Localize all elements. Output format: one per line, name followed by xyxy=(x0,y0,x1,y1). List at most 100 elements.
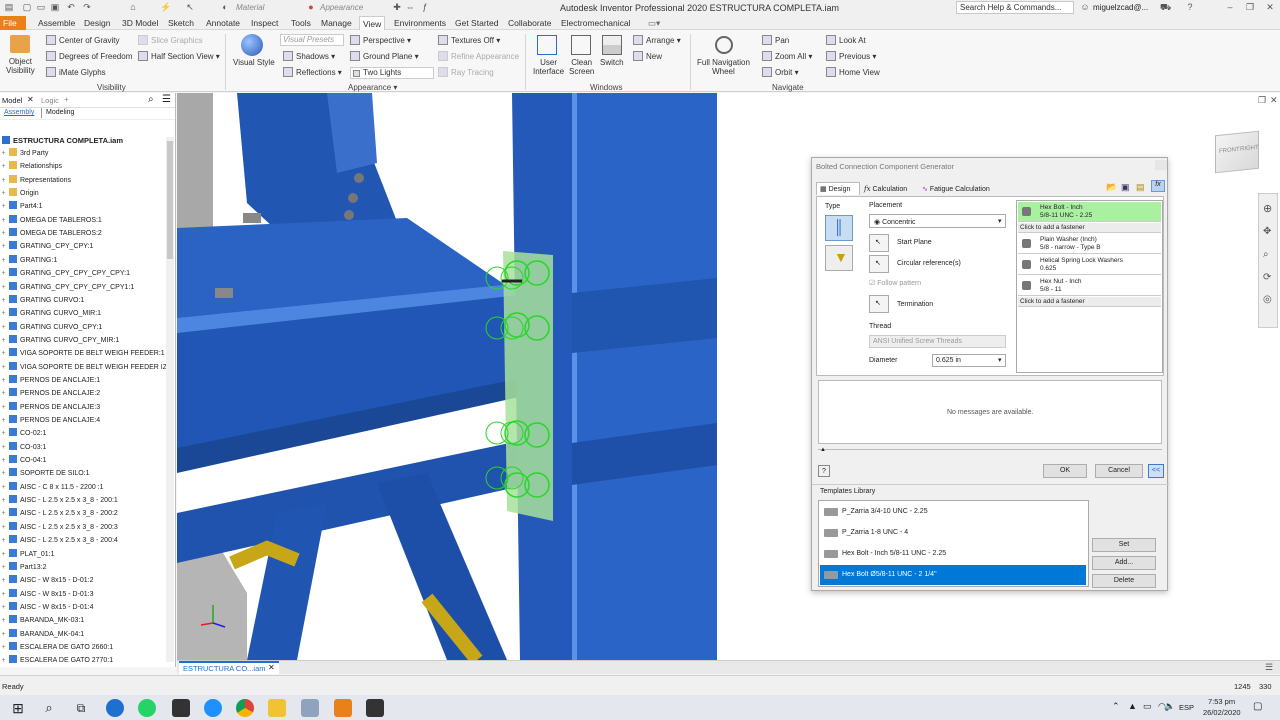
add-fastener-row[interactable]: Click to add a fastener xyxy=(1018,297,1161,307)
tree-item[interactable]: + CO-03:1 xyxy=(0,441,46,454)
browser-scrollbar[interactable] xyxy=(166,137,174,662)
tree-item[interactable]: + AISC - W 8x15 - D-01:4 xyxy=(0,601,94,614)
center-of-gravity-button[interactable]: Center of Gravity xyxy=(46,35,119,45)
tree-item[interactable]: + Representations xyxy=(0,174,71,187)
splitter[interactable]: ▲ xyxy=(818,447,1162,455)
user-name[interactable]: miguelzcad@... xyxy=(1093,3,1148,12)
tree-item[interactable]: + SOPORTE DE SILO:1 xyxy=(0,467,90,480)
tree-item[interactable]: + BARANDA_MK-03:1 xyxy=(0,614,84,627)
expand-icon[interactable]: + xyxy=(0,654,7,667)
viewcube-front[interactable]: FRONT xyxy=(1219,147,1240,155)
template-item[interactable]: Hex Bolt Ø5/8-11 UNC - 2 1/4" xyxy=(820,565,1086,585)
app-icon[interactable] xyxy=(366,699,384,717)
template-item[interactable]: Hex Bolt - Inch 5/8-11 UNC - 2.25 xyxy=(820,544,1086,564)
expand-icon[interactable]: + xyxy=(0,147,7,160)
home-icon[interactable]: ⌂ xyxy=(128,2,138,12)
subtab-modeling[interactable]: Modeling xyxy=(46,109,74,116)
task-view-icon[interactable]: ⧉ xyxy=(72,699,90,717)
open-icon[interactable]: ▭ xyxy=(36,2,46,12)
tree-item[interactable]: + GRATING_CPY_CPY_CPY_CPY:1 xyxy=(0,267,130,280)
tab-electromechanical[interactable]: Electromechanical xyxy=(558,16,633,30)
inventor-icon[interactable] xyxy=(334,699,352,717)
search-input[interactable]: Search Help & Commands... xyxy=(956,1,1074,14)
plus-icon[interactable]: ✚ xyxy=(392,2,402,12)
tree-item[interactable]: + VIGA SOPORTE DE BELT WEIGH FEEDER:1 xyxy=(0,347,165,360)
viewcube[interactable]: FRONT RIGHT xyxy=(1215,130,1259,174)
fastener-row[interactable]: Hex Nut - Inch 5/8 - 11 xyxy=(1018,276,1161,296)
type-through-button[interactable]: ║ xyxy=(825,215,853,241)
tree-item[interactable]: + AISC - C 8 x 11.5 - 2200 :1 xyxy=(0,481,104,494)
expand-icon[interactable]: + xyxy=(0,548,7,561)
set-button[interactable]: Set xyxy=(1092,538,1156,552)
template-item[interactable]: P_Zarria 1-8 UNC - 4 xyxy=(820,523,1086,543)
close-document-icon[interactable]: ✕ xyxy=(268,663,275,672)
slice-graphics-button[interactable]: Slice Graphics xyxy=(138,35,203,45)
visual-presets-select[interactable]: Visual Presets xyxy=(280,34,344,46)
fx-icon[interactable]: ƒ xyxy=(420,2,430,12)
collapse-icon[interactable]: ▲ xyxy=(820,447,826,453)
material-dropdown[interactable]: Material xyxy=(236,3,264,12)
pan-icon[interactable]: ✥ xyxy=(1263,226,1271,237)
expand-icon[interactable]: + xyxy=(0,227,7,240)
expand-icon[interactable]: + xyxy=(0,481,7,494)
expand-icon[interactable]: + xyxy=(0,187,7,200)
switch-icon[interactable] xyxy=(602,35,622,55)
tree-item[interactable]: + OMEGA DE TABLEROS:1 xyxy=(0,214,102,227)
tab-get-started[interactable]: Get Started xyxy=(452,16,501,30)
expand-icon[interactable]: + xyxy=(0,588,7,601)
help-icon[interactable]: ? xyxy=(818,465,830,477)
new-icon[interactable]: ▢ xyxy=(22,2,32,12)
orbit-button[interactable]: Orbit ▾ xyxy=(762,67,799,77)
expand-icon[interactable]: + xyxy=(0,160,7,173)
fastener-row[interactable]: Helical Spring Lock Washers 0.625 xyxy=(1018,255,1161,275)
subtab-assembly[interactable]: Assembly xyxy=(4,109,34,116)
ray-tracing-button[interactable]: Ray Tracing xyxy=(438,67,494,77)
tree-item[interactable]: + PERNOS DE ANCLAJE:1 xyxy=(0,374,100,387)
minimize-icon[interactable]: – xyxy=(1225,2,1235,12)
tray-app-icon[interactable]: ▲ xyxy=(1128,701,1137,711)
delete-template-button[interactable]: Delete xyxy=(1092,574,1156,588)
ie-icon[interactable] xyxy=(204,699,222,717)
tab-menu-icon[interactable]: ☰ xyxy=(1265,662,1273,673)
expand-icon[interactable]: + xyxy=(0,494,7,507)
arrange-button[interactable]: Arrange ▾ xyxy=(633,35,681,45)
scrollbar-thumb[interactable] xyxy=(167,141,173,259)
type-blind-button[interactable]: ▼ xyxy=(825,245,853,271)
tab-model[interactable]: Model xyxy=(2,96,22,105)
tree-item[interactable]: + GRATING_CPY_CPY:1 xyxy=(0,240,93,253)
look-at-button[interactable]: Look At xyxy=(826,35,866,45)
add-tab-icon[interactable]: + xyxy=(64,95,69,104)
thread-select[interactable]: ANSI Unified Screw Threads xyxy=(869,335,1006,348)
expand-icon[interactable]: + xyxy=(0,454,7,467)
tab-design-dialog[interactable]: ▦ Design xyxy=(816,182,860,195)
perspective-button[interactable]: Perspective ▾ xyxy=(350,35,411,45)
placement-select[interactable]: ◉ Concentric ▾ xyxy=(869,214,1006,228)
expand-icon[interactable]: + xyxy=(0,267,7,280)
tab-calculation[interactable]: fx Calculation xyxy=(864,185,907,193)
expand-icon[interactable]: + xyxy=(0,281,7,294)
tab-logic[interactable]: Logic xyxy=(41,96,59,105)
clean-screen-icon[interactable] xyxy=(571,35,591,55)
calculator-icon[interactable] xyxy=(172,699,190,717)
save-file-icon[interactable]: ▣ xyxy=(1121,182,1130,193)
restore-icon[interactable]: ❐ xyxy=(1245,2,1255,12)
tree-item[interactable]: + Relationships xyxy=(0,160,62,173)
clean-screen-button[interactable]: Clean Screen xyxy=(569,58,594,76)
cart-icon[interactable]: ⛟ xyxy=(1160,2,1171,12)
tree-item[interactable]: + ESCALERA DE GATO 2660:1 xyxy=(0,641,113,654)
termination-button[interactable]: ↖ xyxy=(869,295,889,313)
close-model-tab-icon[interactable]: ✕ xyxy=(27,95,34,104)
expand-icon[interactable]: + xyxy=(0,614,7,627)
tree-root[interactable]: ESTRUCTURA COMPLETA.iam xyxy=(0,134,123,147)
full-navigation-wheel-button[interactable]: Full Navigation Wheel xyxy=(697,58,750,76)
tree-item[interactable]: + AISC - L 2.5 x 2.5 x 3_8 - 200:1 xyxy=(0,494,118,507)
ribbon-options-icon[interactable]: ▭▾ xyxy=(645,16,663,30)
document-tab[interactable]: ESTRUCTURA CO...iam ✕ xyxy=(179,661,279,674)
save-icon[interactable]: ▣ xyxy=(50,2,60,12)
add-template-button[interactable]: Add... xyxy=(1092,556,1156,570)
expand-icon[interactable]: + xyxy=(0,574,7,587)
expand-icon[interactable]: + xyxy=(0,214,7,227)
tree-item[interactable]: + CO-04:1 xyxy=(0,454,46,467)
language-indicator[interactable]: ESP xyxy=(1179,703,1194,712)
visual-style-button[interactable]: Visual Style xyxy=(233,58,275,67)
